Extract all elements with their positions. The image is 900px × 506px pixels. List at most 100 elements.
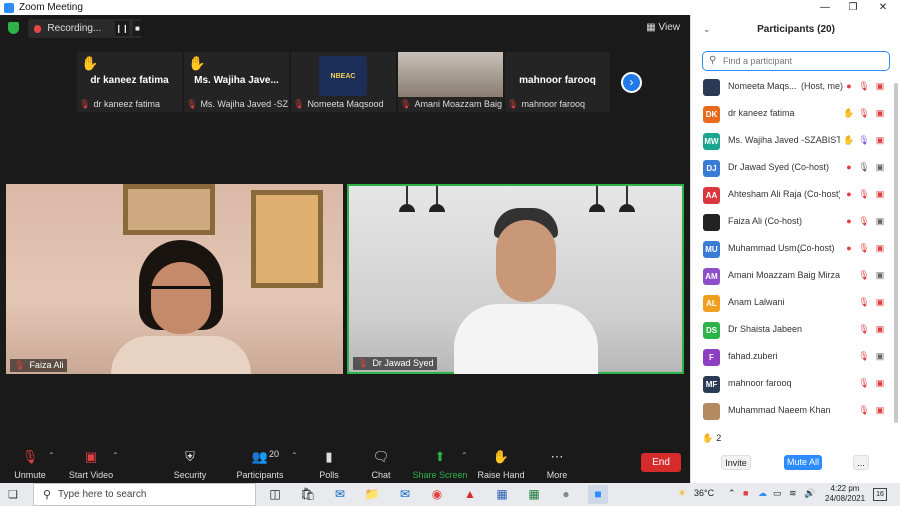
windows-start-icon[interactable]: ❏ — [8, 488, 20, 501]
video-off-icon[interactable]: ▣ — [874, 106, 886, 120]
mail-icon[interactable]: ✉ — [395, 485, 415, 504]
muted-mic-icon[interactable]: 🎙 — [858, 295, 870, 309]
file-explorer-icon[interactable]: 📁 — [362, 485, 382, 504]
video-off-icon[interactable]: ▣ — [874, 376, 886, 390]
video-icon[interactable]: ▣ — [874, 349, 886, 363]
encryption-shield-icon[interactable] — [8, 22, 19, 34]
video-off-icon[interactable]: ▣ — [874, 187, 886, 201]
video-off-icon[interactable]: ▣ — [874, 241, 886, 255]
avatar: AA — [703, 187, 720, 204]
participant-row[interactable]: MU Muhammad Usm... (Co-host) ● 🎙 ▣ — [691, 237, 900, 264]
zoom-taskbar-icon[interactable]: ■ — [588, 485, 608, 504]
tray-chevron-icon[interactable]: ⌃ — [728, 488, 736, 499]
next-page-button[interactable]: › — [621, 72, 642, 93]
volume-icon[interactable]: 🔊 — [804, 488, 815, 499]
video-icon[interactable]: ▣ — [874, 214, 886, 228]
video-off-icon[interactable]: ▣ — [874, 403, 886, 417]
recording-icon: ● — [846, 162, 852, 172]
word-icon[interactable]: ▦ — [492, 485, 512, 504]
taskbar-search[interactable]: ⚲ Type here to search — [33, 483, 256, 506]
panel-more-button[interactable]: ... — [853, 455, 869, 470]
temperature-readout[interactable]: 36°C — [694, 488, 714, 498]
video-off-icon[interactable]: ▣ — [874, 295, 886, 309]
participant-search[interactable]: ⚲ — [702, 51, 890, 71]
muted-mic-icon[interactable]: 🎙 — [858, 106, 870, 120]
chrome-icon[interactable]: ◉ — [427, 485, 447, 504]
participant-row[interactable]: DK dr kaneez fatima ✋ 🎙 ▣ — [691, 102, 900, 129]
participant-row[interactable]: Muhammad Naeem Khan 🎙 ▣ — [691, 399, 900, 426]
video-off-icon[interactable]: ▣ — [874, 133, 886, 147]
tray-app-icon[interactable]: ■ — [743, 488, 748, 498]
notification-center-button[interactable]: 16 — [873, 488, 887, 501]
wifi-icon[interactable]: ≋ — [789, 488, 797, 499]
participant-row[interactable]: AA Ahtesham Ali Raja (Co-host) ● 🎙 ▣ — [691, 183, 900, 210]
participant-name: Ms. Wajiha Javed -SZABIST — [728, 135, 840, 145]
stop-recording-button[interactable]: ■ — [132, 21, 142, 36]
more-button[interactable]: ⋯ More — [522, 447, 592, 483]
minimize-button[interactable]: — — [810, 0, 840, 15]
task-view-icon[interactable]: ◫ — [265, 485, 285, 504]
maximize-button[interactable]: ❐ — [838, 0, 868, 15]
acrobat-icon[interactable]: ▲ — [460, 485, 480, 504]
muted-mic-icon[interactable]: 🎙 — [858, 403, 870, 417]
video-options-caret[interactable]: ⌃ — [112, 451, 119, 460]
store-icon[interactable]: 🛍 — [298, 485, 318, 504]
video-icon[interactable]: ▣ — [874, 268, 886, 282]
participant-row[interactable]: AL Anam Lalwani 🎙 ▣ — [691, 291, 900, 318]
mute-all-button[interactable]: Mute All — [784, 455, 822, 470]
video-name-right: Dr Jawad Syed — [372, 358, 434, 368]
participant-name: Muhammad Naeem Khan — [728, 405, 831, 415]
participant-row[interactable]: Faiza Ali (Co-host) ● 🎙 ▣ — [691, 210, 900, 237]
mic-icon[interactable]: 🎙 — [858, 133, 870, 147]
nbeac-logo-text: NBEAC — [330, 72, 356, 80]
strip-tile[interactable]: ✋ dr kaneez fatima 🎙 dr kaneez fatima — [77, 52, 182, 112]
raised-hands-summary: ✋ 2 — [702, 433, 721, 444]
muted-mic-icon[interactable]: 🎙 — [858, 268, 870, 282]
close-window-button[interactable]: ✕ — [868, 0, 898, 15]
participant-row[interactable]: DJ Dr Jawad Syed (Co-host) ● 🎙 ▣ — [691, 156, 900, 183]
muted-mic-icon: 🎙 — [186, 99, 198, 109]
outlook-icon[interactable]: ✉ — [330, 485, 350, 504]
participants-button[interactable]: 👥 20 Participants — [225, 447, 295, 483]
video-tile-left[interactable]: 🎙 Faiza Ali — [6, 184, 343, 374]
participant-search-input[interactable] — [723, 54, 883, 68]
windows-taskbar: ❏ ⚲ Type here to search ◫ 🛍 ✉ 📁 ✉ ◉ ▲ ▦ … — [0, 483, 900, 506]
strip-tile[interactable]: ✋ Ms. Wajiha Jave... 🎙 Ms. Wajiha Javed -… — [184, 52, 289, 112]
participants-scrollbar[interactable] — [894, 83, 898, 423]
security-button[interactable]: ⛨ Security — [155, 447, 225, 483]
strip-tile[interactable]: mahnoor farooq 🎙 mahnoor farooq — [505, 52, 610, 112]
onedrive-icon[interactable]: ☁ — [758, 488, 767, 499]
strip-tile[interactable]: 🎙 Amani Moazzam Baig... — [398, 52, 503, 112]
muted-mic-icon[interactable]: 🎙 — [858, 349, 870, 363]
battery-icon[interactable]: ▭ — [773, 488, 782, 499]
participant-row[interactable]: F fahad.zuberi 🎙 ▣ — [691, 345, 900, 372]
app-icon[interactable]: ● — [556, 485, 576, 504]
muted-mic-icon[interactable]: 🎙 — [858, 376, 870, 390]
pause-recording-button[interactable]: ❙❙ — [115, 21, 129, 36]
excel-icon[interactable]: ▦ — [524, 485, 544, 504]
video-off-icon[interactable]: ▣ — [874, 79, 886, 93]
participant-row[interactable]: DS Dr Shaista Jabeen 🎙 ▣ — [691, 318, 900, 345]
video-off-icon[interactable]: ▣ — [874, 322, 886, 336]
muted-mic-icon[interactable]: 🎙 — [858, 322, 870, 336]
taskbar-clock[interactable]: 4:22 pm 24/08/2021 — [825, 484, 865, 504]
participant-row[interactable]: MF mahnoor farooq 🎙 ▣ — [691, 372, 900, 399]
video-icon[interactable]: ▣ — [874, 160, 886, 174]
strip-tile-nameplate: 🎙 Amani Moazzam Baig... — [400, 99, 502, 110]
strip-tile[interactable]: NBEAC 🎙 Nomeeta Maqsood — [291, 52, 396, 112]
audio-options-caret[interactable]: ⌃ — [48, 451, 55, 460]
muted-mic-icon[interactable]: 🎙 — [858, 79, 870, 93]
video-tile-right-active-speaker[interactable]: 🎙 Dr Jawad Syed — [347, 184, 684, 374]
muted-mic-icon[interactable]: 🎙 — [858, 241, 870, 255]
view-button[interactable]: ▦ View — [646, 22, 680, 33]
invite-button[interactable]: Invite — [721, 455, 751, 470]
muted-mic-icon[interactable]: 🎙 — [858, 187, 870, 201]
wall-painting — [123, 184, 215, 235]
taskbar-search-text: Type here to search — [58, 489, 147, 500]
muted-mic-icon[interactable]: 🎙 — [858, 214, 870, 228]
mic-icon[interactable]: 🎙 — [858, 160, 870, 174]
participant-row[interactable]: Nomeeta Maqs... (Host, me) ● 🎙 ▣ — [691, 75, 900, 102]
end-meeting-button[interactable]: End — [641, 453, 681, 472]
participant-row[interactable]: AM Amani Moazzam Baig Mirza 🎙 ▣ — [691, 264, 900, 291]
participant-row[interactable]: MW Ms. Wajiha Javed -SZABIST ✋ 🎙 ▣ — [691, 129, 900, 156]
